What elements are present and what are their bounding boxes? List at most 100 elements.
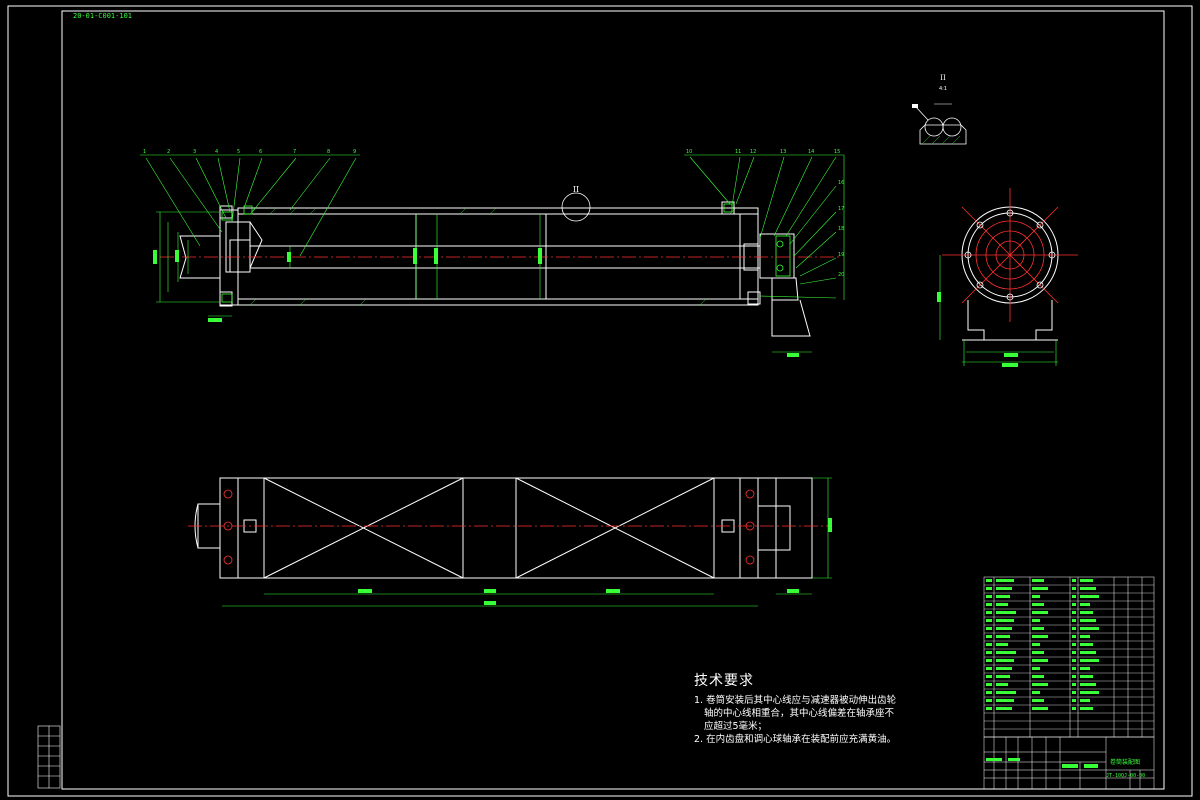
bom-cell-mark <box>1072 675 1076 678</box>
bom-cell-mark <box>1080 699 1090 702</box>
bom-cell-mark <box>996 691 1016 694</box>
bom-cell-mark <box>986 619 992 622</box>
bom-cell-mark <box>1072 707 1076 710</box>
sheet-border <box>7 5 1193 797</box>
bom-cell-mark <box>996 627 1012 630</box>
bom-cell-mark <box>1032 619 1040 622</box>
svg-text:18: 18 <box>838 226 844 232</box>
bom-cell-mark <box>986 635 992 638</box>
bom-cell-mark <box>1080 603 1090 606</box>
bom-cell-mark <box>1032 643 1040 646</box>
bom-cell-mark <box>1080 651 1096 654</box>
bom-cell-mark <box>986 595 992 598</box>
svg-text:14: 14 <box>808 149 814 155</box>
bom-cell-mark <box>1080 691 1099 694</box>
bom-cell-mark <box>996 683 1008 686</box>
bom-cell-mark <box>996 643 1008 646</box>
svg-text:13: 13 <box>780 149 786 155</box>
svg-text:7: 7 <box>293 149 296 155</box>
title-block-drawing-name: 卷筒装配图 <box>1110 759 1141 766</box>
bom-cell-mark <box>1032 635 1048 638</box>
svg-text:6: 6 <box>259 149 262 155</box>
svg-text:5: 5 <box>237 149 240 155</box>
svg-text:16: 16 <box>838 180 844 186</box>
plan-view <box>188 477 832 607</box>
bom-cell-mark <box>1080 675 1093 678</box>
svg-text:10: 10 <box>686 149 692 155</box>
bom-cell-mark <box>986 675 992 678</box>
bom-cell-mark <box>986 611 992 614</box>
bom-cell-mark <box>1072 651 1076 654</box>
bom-cell-mark <box>986 579 992 582</box>
bom-cell-mark <box>1072 587 1076 590</box>
bom-cell-mark <box>996 635 1010 638</box>
bom-cell-mark <box>996 707 1012 710</box>
bom-cell-mark <box>1032 587 1048 590</box>
bom-cell-mark <box>1032 683 1048 686</box>
svg-text:9: 9 <box>353 149 356 155</box>
bom-cell-mark <box>1032 667 1040 670</box>
bom-cell-mark <box>1072 595 1076 598</box>
svg-text:11: 11 <box>735 149 741 155</box>
svg-text:4: 4 <box>215 149 218 155</box>
bom-cell-mark <box>1080 635 1090 638</box>
bom-cell-mark <box>1032 627 1044 630</box>
bom-cell-mark <box>1032 579 1044 582</box>
detail-marker: II <box>573 185 579 194</box>
bom-cell-mark <box>986 603 992 606</box>
bom-cell-mark <box>1080 595 1099 598</box>
bom-cell-mark <box>1072 659 1076 662</box>
bom-cell-mark <box>986 699 992 702</box>
bom-cell-mark <box>1032 611 1048 614</box>
bom-cell-mark <box>1072 699 1076 702</box>
bom-cell-mark <box>1080 579 1093 582</box>
bom-cell-mark <box>996 587 1012 590</box>
svg-text:1: 1 <box>143 149 146 155</box>
bom-cell-mark <box>1072 683 1076 686</box>
bom-cell-mark <box>1032 707 1048 710</box>
title-block-drawing-code: JT-10QJ-00-00 <box>1106 773 1146 779</box>
bom-cell-mark <box>1080 627 1099 630</box>
svg-text:3: 3 <box>193 149 196 155</box>
bom-cell-mark <box>1080 643 1093 646</box>
bom-cell-mark <box>1072 579 1076 582</box>
bom-cell-mark <box>1080 587 1096 590</box>
bom-cell-mark <box>996 659 1014 662</box>
drawing-canvas: II 1 2 3 4 5 6 7 8 9 10 11 12 13 14 15 1… <box>7 5 1193 797</box>
bom-cell-mark <box>1032 699 1044 702</box>
binding-margin-block <box>37 725 61 789</box>
bom-cell-mark <box>986 659 992 662</box>
bom-cell-mark <box>1072 603 1076 606</box>
bom-cell-mark <box>986 587 992 590</box>
technical-requirements-title: 技术要求 <box>694 673 754 689</box>
bom-cell-mark <box>986 643 992 646</box>
bom-cell-mark <box>986 707 992 710</box>
requirement-line-4: 2. 在内齿盘和调心球轴承在装配前应充满黄油。 <box>694 734 897 745</box>
bom-cell-mark <box>1072 667 1076 670</box>
bom-cell-mark <box>1080 659 1099 662</box>
svg-text:2: 2 <box>167 149 170 155</box>
svg-text:8: 8 <box>327 149 330 155</box>
svg-text:12: 12 <box>750 149 756 155</box>
bom-cell-mark <box>1032 603 1044 606</box>
bom-cell-mark <box>986 691 992 694</box>
drawing-number-stamp: 20-01-C001-101 <box>73 12 133 20</box>
bom-cell-mark <box>1080 619 1096 622</box>
drawing-frame <box>61 10 1165 790</box>
bom-cell-mark <box>1032 595 1040 598</box>
bom-cell-mark <box>1032 651 1044 654</box>
svg-text:4:1: 4:1 <box>939 86 947 92</box>
bom-cell-mark <box>996 579 1014 582</box>
bom-cell-mark <box>996 699 1014 702</box>
bom-cell-mark <box>986 667 992 670</box>
bom-cell-mark <box>1080 611 1093 614</box>
end-view <box>937 188 1078 367</box>
technical-requirements: 技术要求 1. 卷筒安装后其中心线应与减速器被动伸出齿轮 轴的中心线相重合，其中… <box>694 670 896 746</box>
bom-cell-mark <box>1080 683 1096 686</box>
bom-cell-mark <box>986 651 992 654</box>
svg-text:17: 17 <box>838 206 844 212</box>
bom-cell-mark <box>986 683 992 686</box>
bom-cell-mark <box>1072 611 1076 614</box>
svg-text:15: 15 <box>834 149 840 155</box>
bom-cell-mark <box>1032 675 1044 678</box>
